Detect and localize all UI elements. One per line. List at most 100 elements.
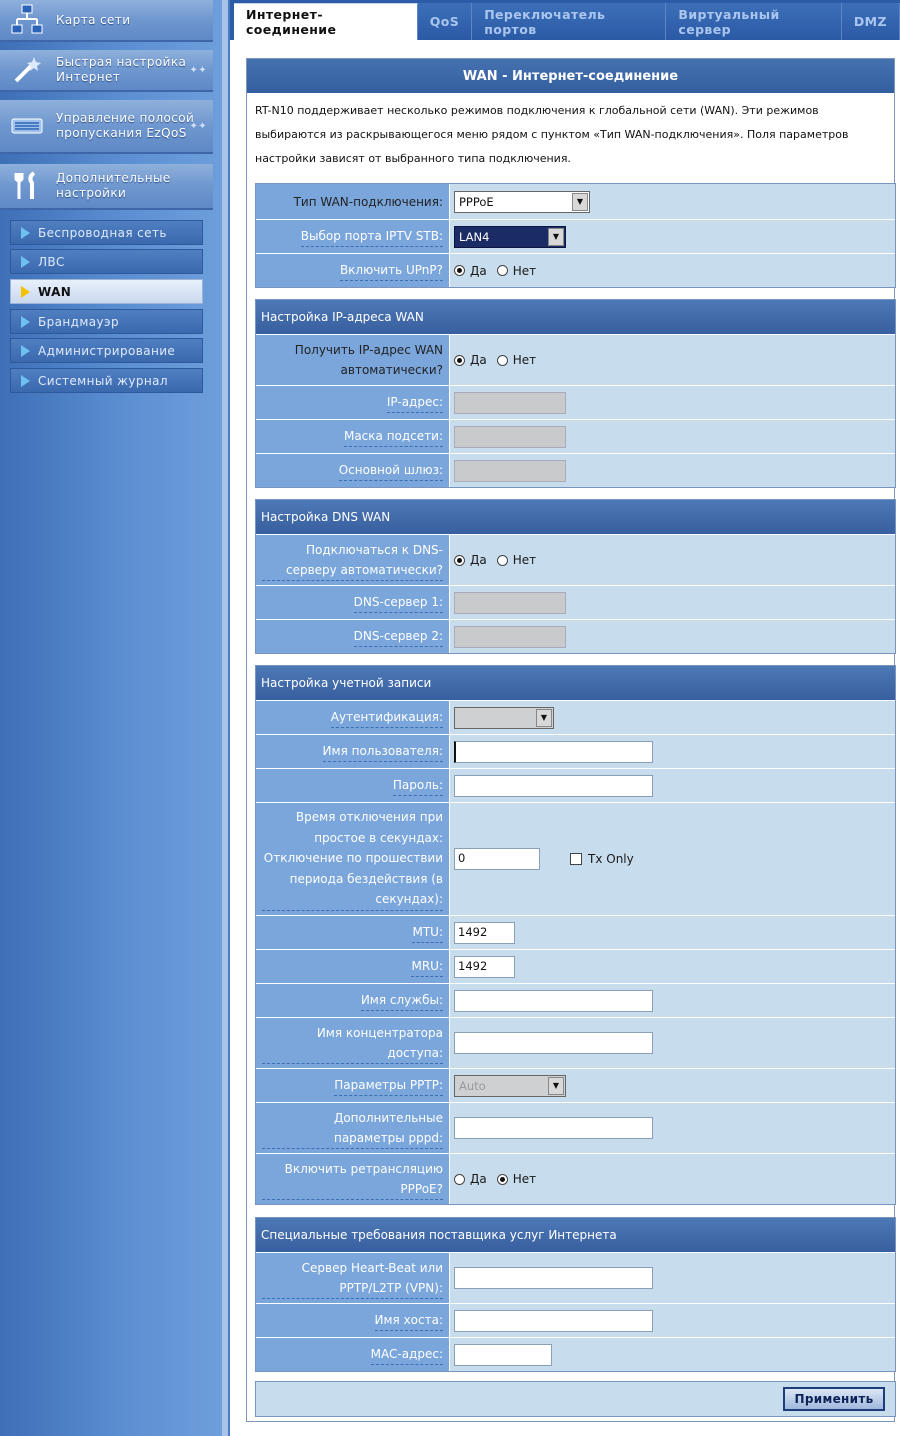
menu-quick-setup[interactable]: Быстрая настройка Интернет ✦✦ bbox=[0, 50, 213, 92]
dns1-input[interactable] bbox=[454, 591, 566, 614]
content-area: Интернет-соединение QoS Переключатель по… bbox=[230, 0, 900, 1436]
dns-settings-table: Настройка DNS WAN Подключаться к DNS-сер… bbox=[255, 499, 896, 654]
mtu-input[interactable]: 1492 bbox=[454, 921, 515, 944]
arrow-right-icon bbox=[21, 315, 30, 328]
sidebar: Карта сети Быстрая настройка Интернет ✦✦… bbox=[0, 0, 228, 1436]
account-settings-table: Настройка учетной записи Аутентификация:… bbox=[255, 665, 896, 1205]
arrow-right-icon bbox=[21, 285, 30, 298]
chevron-down-icon: ▼ bbox=[548, 227, 564, 246]
apply-button[interactable]: Применить bbox=[783, 1387, 885, 1411]
ip-auto-no-radio[interactable]: Нет bbox=[496, 353, 536, 367]
ip-address-input[interactable] bbox=[454, 391, 566, 414]
password-label: Пароль: bbox=[256, 769, 449, 802]
ip-address-label: IP-адрес: bbox=[256, 386, 449, 419]
subnet-mask-input[interactable] bbox=[454, 425, 566, 448]
gateway-label: Основной шлюз: bbox=[256, 454, 449, 487]
chevron-down-icon: ▼ bbox=[572, 192, 588, 211]
idle-time-input[interactable]: 0 bbox=[454, 848, 540, 870]
service-name-input[interactable] bbox=[454, 989, 653, 1012]
dns1-label: DNS-сервер 1: bbox=[256, 586, 449, 619]
hostname-label: Имя хоста: bbox=[256, 1304, 449, 1337]
upnp-label: Включить UPnP? bbox=[256, 254, 449, 287]
tab-internet-connection[interactable]: Интернет-соединение bbox=[234, 3, 418, 40]
submenu-wireless[interactable]: Беспроводная сеть bbox=[10, 220, 203, 245]
tab-port-switch[interactable]: Переключатель портов bbox=[472, 3, 667, 40]
chevron-down-icon: ▼ bbox=[548, 1076, 564, 1095]
arrow-right-icon bbox=[21, 255, 30, 268]
panel-title: WAN - Интернет-соединение bbox=[247, 59, 894, 93]
isp-section-title: Специальные требования поставщика услуг … bbox=[256, 1218, 895, 1252]
submenu-syslog[interactable]: Системный журнал bbox=[10, 368, 203, 393]
password-input[interactable] bbox=[454, 774, 653, 797]
sparkle-icon: ✦✦ bbox=[189, 64, 207, 76]
mac-address-label: MAC-адрес: bbox=[256, 1338, 449, 1371]
sparkle-icon: ✦✦ bbox=[189, 120, 207, 132]
submenu-wan[interactable]: WAN bbox=[10, 279, 203, 304]
chevron-down-icon: ▼ bbox=[536, 708, 552, 727]
upnp-no-radio[interactable]: Нет bbox=[496, 264, 536, 278]
dns-section-title: Настройка DNS WAN bbox=[256, 500, 895, 534]
dns2-label: DNS-сервер 2: bbox=[256, 620, 449, 653]
pppd-options-label: Дополнительные параметры pppd: bbox=[256, 1103, 449, 1153]
upnp-yes-radio[interactable]: Да bbox=[454, 264, 487, 278]
auth-label: Аутентификация: bbox=[256, 701, 449, 734]
tab-dmz[interactable]: DMZ bbox=[841, 3, 900, 40]
arrow-right-icon bbox=[21, 226, 30, 239]
ip-settings-table: Настройка IP-адреса WAN Получить IP-адре… bbox=[255, 299, 896, 488]
menu-label: Карта сети bbox=[56, 12, 131, 27]
submenu-lan[interactable]: ЛВС bbox=[10, 249, 203, 274]
wan-type-select[interactable]: PPPoE ▼ bbox=[454, 190, 590, 213]
submenu-label: Администрирование bbox=[38, 343, 176, 358]
submenu-label: Системный журнал bbox=[38, 373, 168, 388]
menu-label: Дополнительные настройки bbox=[56, 171, 171, 200]
dns-auto-no-radio[interactable]: Нет bbox=[496, 553, 536, 567]
mac-address-input[interactable] bbox=[454, 1343, 552, 1366]
ac-name-label: Имя концентратора доступа: bbox=[256, 1018, 449, 1068]
pppoe-relay-yes-radio[interactable]: Да bbox=[454, 1172, 487, 1186]
tools-icon bbox=[6, 169, 48, 203]
wan-type-label: Тип WAN-подключения: bbox=[256, 184, 449, 219]
pppd-options-input[interactable] bbox=[454, 1117, 653, 1139]
pppoe-relay-label: Включить ретрансляцию PPPoE? bbox=[256, 1154, 449, 1204]
ac-name-input[interactable] bbox=[454, 1032, 653, 1054]
network-map-icon bbox=[6, 3, 48, 37]
mtu-label: MTU: bbox=[256, 916, 449, 949]
ip-auto-yes-radio[interactable]: Да bbox=[454, 353, 487, 367]
heartbeat-server-input[interactable] bbox=[454, 1267, 653, 1289]
menu-ezqos[interactable]: Управление полосой пропускания EzQoS ✦✦ bbox=[0, 100, 213, 154]
heartbeat-server-label: Сервер Heart-Beat или PPTP/L2TP (VPN): bbox=[256, 1253, 449, 1303]
username-input[interactable] bbox=[454, 740, 653, 763]
submenu-label: Беспроводная сеть bbox=[38, 225, 167, 240]
tab-qos[interactable]: QoS bbox=[417, 3, 473, 40]
iptv-port-select[interactable]: LAN4 ▼ bbox=[454, 225, 566, 248]
account-section-title: Настройка учетной записи bbox=[256, 666, 895, 700]
iptv-port-label: Выбор порта IPTV STB: bbox=[256, 220, 449, 253]
service-name-label: Имя службы: bbox=[256, 984, 449, 1017]
tx-only-checkbox[interactable] bbox=[570, 853, 582, 865]
dns-auto-yes-radio[interactable]: Да bbox=[454, 553, 487, 567]
menu-network-map[interactable]: Карта сети bbox=[0, 0, 213, 42]
tab-virtual-server[interactable]: Виртуальный сервер bbox=[666, 3, 842, 40]
gateway-input[interactable] bbox=[454, 459, 566, 482]
apply-bar: Применить bbox=[255, 1381, 896, 1417]
idle-time-label: Время отключения при простое в секундах:… bbox=[256, 803, 449, 915]
subnet-mask-label: Маска подсети: bbox=[256, 420, 449, 453]
submenu-administration[interactable]: Администрирование bbox=[10, 338, 203, 363]
pppoe-relay-no-radio[interactable]: Нет bbox=[496, 1172, 536, 1186]
wan-panel: WAN - Интернет-соединение RT-N10 поддерж… bbox=[246, 58, 896, 1422]
submenu-label: ЛВС bbox=[38, 254, 65, 269]
auth-select[interactable]: ▼ bbox=[454, 706, 554, 729]
dns2-input[interactable] bbox=[454, 625, 566, 648]
tx-only-label: Tx Only bbox=[588, 852, 634, 866]
submenu-label: Брандмауэр bbox=[38, 314, 120, 329]
menu-advanced[interactable]: Дополнительные настройки bbox=[0, 164, 213, 210]
hostname-input[interactable] bbox=[454, 1309, 653, 1332]
wizard-wand-icon bbox=[6, 53, 48, 87]
pptp-options-select[interactable]: Auto ▼ bbox=[454, 1074, 566, 1097]
mru-input[interactable]: 1492 bbox=[454, 955, 515, 978]
arrow-right-icon bbox=[21, 344, 30, 357]
mru-label: MRU: bbox=[256, 950, 449, 983]
dns-auto-label: Подключаться к DNS-серверу автоматически… bbox=[256, 535, 449, 585]
submenu-firewall[interactable]: Брандмауэр bbox=[10, 309, 203, 334]
username-label: Имя пользователя: bbox=[256, 735, 449, 768]
